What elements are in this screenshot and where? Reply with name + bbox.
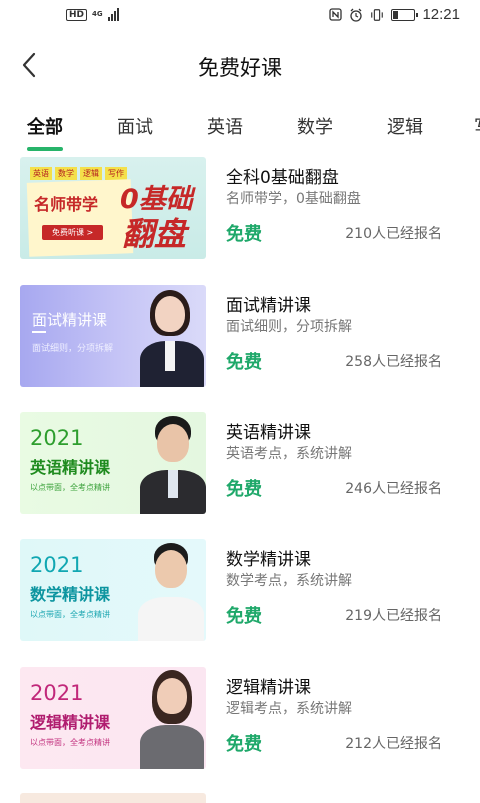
battery-icon bbox=[391, 8, 419, 21]
thumb-headline: 数学精讲课 bbox=[30, 585, 111, 604]
course-subtitle: 逻辑考点，系统讲解 bbox=[226, 701, 352, 717]
subject-tags: 英语 数学 逻辑 写作 bbox=[30, 167, 127, 180]
course-item-math[interactable]: 2021 数学精讲课 以点带面，全考点精讲 数学精讲课 数学考点，系统讲解 免费… bbox=[0, 537, 480, 643]
course-item-all[interactable]: 英语 数学 逻辑 写作 名师带学 免费听课 > 0基础 翻盘 全科0基础翻盘 名… bbox=[0, 155, 480, 261]
enrolled-count: 258人已经报名 bbox=[345, 354, 442, 370]
thumb-subline: 以点带面，全考点精讲 bbox=[30, 483, 110, 492]
network-label: 4G bbox=[92, 10, 103, 18]
thumb-headline: 名师带学 bbox=[34, 195, 99, 214]
nfc-icon bbox=[328, 8, 342, 22]
course-price: 免费 bbox=[226, 606, 262, 627]
category-tabs: 全部 面试 英语 数学 逻辑 写 bbox=[0, 103, 480, 155]
course-price: 免费 bbox=[226, 352, 262, 373]
course-thumbnail: 2021 数学精讲课 以点带面，全考点精讲 bbox=[20, 539, 206, 641]
teacher-photo bbox=[136, 539, 206, 641]
thumb-subline: 以点带面，全考点精讲 bbox=[30, 738, 110, 747]
enrolled-count: 210人已经报名 bbox=[345, 226, 442, 242]
tab-writing[interactable]: 写 bbox=[474, 113, 480, 139]
tag: 逻辑 bbox=[80, 167, 102, 180]
course-subtitle: 英语考点，系统讲解 bbox=[226, 446, 352, 462]
thumb-free-button: 免费听课 > bbox=[42, 225, 104, 240]
thumb-headline: 英语精讲课 bbox=[30, 458, 111, 477]
thumb-big-text-2: 翻盘 bbox=[122, 215, 187, 253]
course-title: 数学精讲课 bbox=[226, 550, 311, 570]
status-right: 12:21 bbox=[328, 6, 460, 23]
signal-icon bbox=[107, 8, 119, 21]
thumb-divider bbox=[32, 331, 46, 333]
thumb-subline: 面试细则，分项拆解 bbox=[32, 344, 114, 354]
thumb-year: 2021 bbox=[30, 426, 84, 450]
status-left: HD 4G bbox=[66, 8, 119, 21]
tab-all[interactable]: 全部 bbox=[27, 113, 63, 139]
tab-logic[interactable]: 逻辑 bbox=[387, 113, 423, 139]
course-price: 免费 bbox=[226, 224, 262, 245]
alarm-icon bbox=[349, 8, 363, 22]
tab-math[interactable]: 数学 bbox=[297, 113, 333, 139]
course-subtitle: 面试细则，分项拆解 bbox=[226, 319, 352, 335]
thumb-subline: 以点带面，全考点精讲 bbox=[30, 610, 110, 619]
teacher-photo bbox=[138, 285, 206, 387]
course-thumbnail-partial bbox=[20, 793, 206, 803]
course-price: 免费 bbox=[226, 734, 262, 755]
thumb-year: 2021 bbox=[30, 681, 84, 705]
tab-english[interactable]: 英语 bbox=[207, 113, 243, 139]
course-item-logic[interactable]: 2021 逻辑精讲课 以点带面，全考点精讲 逻辑精讲课 逻辑考点，系统讲解 免费… bbox=[0, 665, 480, 771]
course-subtitle: 名师带学，0基础翻盘 bbox=[226, 191, 361, 207]
enrolled-count: 219人已经报名 bbox=[345, 608, 442, 624]
teacher-photo bbox=[140, 412, 206, 514]
status-bar: HD 4G 12:21 bbox=[0, 0, 480, 30]
tag: 英语 bbox=[30, 167, 52, 180]
course-subtitle: 数学考点，系统讲解 bbox=[226, 573, 352, 589]
course-title: 英语精讲课 bbox=[226, 423, 311, 443]
enrolled-count: 246人已经报名 bbox=[345, 481, 442, 497]
clock: 12:21 bbox=[422, 6, 460, 23]
thumb-headline: 面试精讲课 bbox=[32, 311, 108, 329]
tab-interview[interactable]: 面试 bbox=[117, 113, 153, 139]
course-title: 逻辑精讲课 bbox=[226, 678, 311, 698]
thumb-year: 2021 bbox=[30, 553, 84, 577]
course-thumbnail: 2021 英语精讲课 以点带面，全考点精讲 bbox=[20, 412, 206, 514]
app-header: 免费好课 bbox=[0, 30, 480, 102]
tab-indicator bbox=[27, 147, 63, 151]
thumb-headline: 逻辑精讲课 bbox=[30, 713, 111, 732]
enrolled-count: 212人已经报名 bbox=[345, 736, 442, 752]
course-item-english[interactable]: 2021 英语精讲课 以点带面，全考点精讲 英语精讲课 英语考点，系统讲解 免费… bbox=[0, 410, 480, 516]
vibrate-icon bbox=[370, 8, 384, 22]
course-title: 全科0基础翻盘 bbox=[226, 168, 339, 188]
course-thumbnail: 面试精讲课 面试细则，分项拆解 bbox=[20, 285, 206, 387]
course-price: 免费 bbox=[226, 479, 262, 500]
course-thumbnail: 英语 数学 逻辑 写作 名师带学 免费听课 > 0基础 翻盘 bbox=[20, 157, 206, 259]
page-title: 免费好课 bbox=[198, 56, 282, 80]
hd-badge: HD bbox=[66, 8, 88, 21]
course-thumbnail: 2021 逻辑精讲课 以点带面，全考点精讲 bbox=[20, 667, 206, 769]
course-item-interview[interactable]: 面试精讲课 面试细则，分项拆解 面试精讲课 面试细则，分项拆解 免费 258人已… bbox=[0, 283, 480, 389]
course-title: 面试精讲课 bbox=[226, 296, 311, 316]
teacher-photo bbox=[138, 667, 206, 769]
tag: 数学 bbox=[55, 167, 77, 180]
